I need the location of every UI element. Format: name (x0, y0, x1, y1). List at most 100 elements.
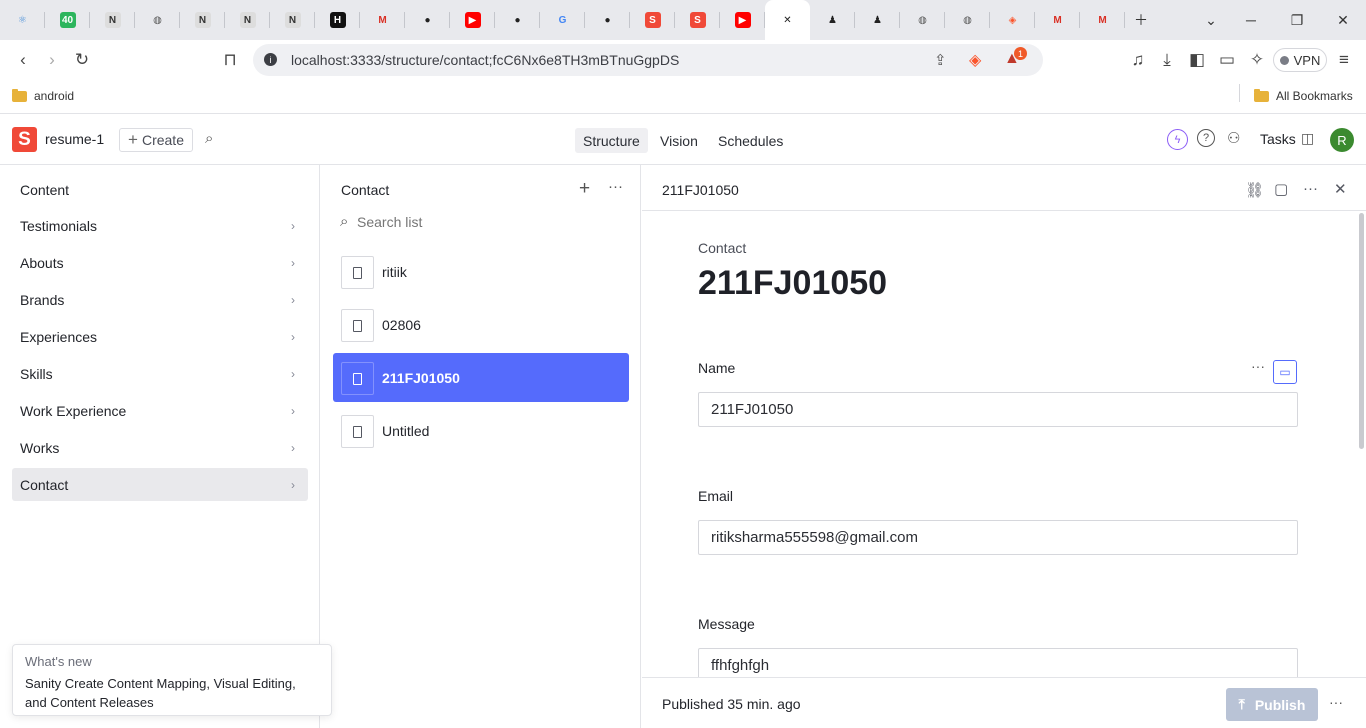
new-tab-button[interactable]: ＋ (1118, 0, 1164, 40)
tasks-button[interactable]: Tasks (1260, 131, 1296, 147)
browser-tab[interactable]: ♟ (810, 0, 855, 40)
content-item-works[interactable]: Works › (12, 431, 308, 464)
contact-list-pane: Contact + ··· ⌕ ritiik 02806 211FJ01050 Unt… (321, 165, 641, 728)
browser-tab[interactable]: ◍ (945, 0, 990, 40)
search-icon[interactable]: ⌕ (205, 130, 213, 147)
toast-heading: What's new (25, 654, 92, 669)
editor-scrollbar[interactable] (1359, 213, 1364, 449)
avatar[interactable]: R (1330, 128, 1354, 152)
document-type: Contact (698, 240, 747, 256)
leo-ai-icon[interactable]: ✧ (1242, 45, 1272, 75)
link-icon[interactable]: ⛓ (1245, 181, 1264, 199)
plus-icon: + (128, 130, 138, 149)
next-icon: N (194, 12, 211, 28)
content-item-work-experience[interactable]: Work Experience › (12, 394, 308, 427)
publish-button[interactable]: ⤒ Publish (1226, 688, 1318, 721)
panel-toggle-icon[interactable]: ◫ (1301, 130, 1314, 147)
chevron-right-icon: › (291, 477, 295, 492)
wallet-icon[interactable]: ▭ (1212, 45, 1242, 75)
document-list-item[interactable]: Untitled (333, 406, 629, 455)
content-item-label: Abouts (20, 254, 64, 271)
browser-tab[interactable]: ▶ (450, 0, 495, 40)
more-icon[interactable]: ··· (1303, 180, 1318, 197)
content-item-brands[interactable]: Brands › (12, 283, 308, 316)
url-text[interactable]: localhost:3333/structure/contact;fcC6Nx6… (291, 52, 679, 68)
close-window-button[interactable]: ✕ (1320, 0, 1366, 40)
browser-tab[interactable]: ▶ (720, 0, 765, 40)
content-item-experiences[interactable]: Experiences › (12, 320, 308, 353)
lightning-icon[interactable]: ϟ (1167, 129, 1188, 150)
browser-tab[interactable]: ● (495, 0, 540, 40)
browser-tab[interactable]: N (270, 0, 315, 40)
document-actions-icon[interactable]: ··· (1329, 694, 1343, 710)
content-item-skills[interactable]: Skills › (12, 357, 308, 390)
browser-tab[interactable]: S (675, 0, 720, 40)
bookmark-folder-android[interactable]: android (12, 88, 74, 103)
back-button[interactable]: ‹ (8, 45, 38, 75)
browser-tab[interactable]: ● (585, 0, 630, 40)
contact-pane-title: Contact (341, 182, 390, 198)
tab-structure[interactable]: Structure (575, 128, 648, 153)
brave-shields-icon[interactable]: ◈ (969, 50, 981, 70)
name-field[interactable]: 211FJ01050 (698, 392, 1298, 427)
browser-tab[interactable]: S (630, 0, 675, 40)
users-icon[interactable]: ⚇ (1227, 129, 1240, 147)
browser-tab[interactable]: H (315, 0, 360, 40)
document-list-item[interactable]: 211FJ01050 (333, 353, 629, 402)
tab-schedules[interactable]: Schedules (710, 128, 791, 153)
chevron-right-icon: › (291, 292, 295, 307)
browser-tab[interactable]: N (180, 0, 225, 40)
project-name[interactable]: resume-1 (45, 131, 104, 147)
maximize-button[interactable]: ❐ (1274, 0, 1320, 40)
browser-tab[interactable]: ✕ (765, 0, 810, 40)
document-list-item[interactable]: 02806 (333, 300, 629, 349)
site-info-icon[interactable]: i (264, 53, 277, 66)
browser-tab[interactable]: ◍ (900, 0, 945, 40)
add-comment-icon[interactable]: ▭ (1273, 360, 1297, 384)
close-icon[interactable]: ✕ (1334, 180, 1347, 198)
add-document-icon[interactable]: + (579, 178, 590, 200)
browser-tab[interactable]: ⚛ (0, 0, 45, 40)
browser-tab[interactable]: N (90, 0, 135, 40)
forward-button[interactable]: › (37, 45, 67, 75)
media-icon[interactable]: ♫ (1123, 45, 1153, 75)
document-label: ritiik (382, 263, 407, 280)
all-bookmarks-button[interactable]: All Bookmarks (1254, 88, 1353, 103)
browser-tab[interactable]: 40 (45, 0, 90, 40)
browser-toolbar: ‹ › ↻ ⊓ i localhost:3333/structure/conta… (0, 40, 1366, 80)
browser-tab[interactable]: ● (405, 0, 450, 40)
browser-tab[interactable]: ◍ (135, 0, 180, 40)
content-item-testimonials[interactable]: Testimonials › (12, 209, 308, 242)
content-item-contact[interactable]: Contact › (12, 468, 308, 501)
tab-vision[interactable]: Vision (652, 128, 706, 153)
document-list-item[interactable]: ritiik (333, 247, 629, 296)
vpn-button[interactable]: VPN (1273, 48, 1327, 72)
reload-button[interactable]: ↻ (67, 45, 97, 75)
browser-tab[interactable]: ♟ (855, 0, 900, 40)
comment-icon[interactable]: ▢ (1274, 180, 1288, 198)
browser-tab[interactable]: N (225, 0, 270, 40)
help-icon[interactable]: ? (1197, 129, 1215, 147)
email-field[interactable]: ritiksharma555598@gmail.com (698, 520, 1298, 555)
whats-new-toast[interactable]: What's new Sanity Create Content Mapping… (12, 644, 332, 716)
address-bar[interactable]: i localhost:3333/structure/contact;fcC6N… (253, 44, 1043, 76)
search-list-input[interactable] (357, 212, 617, 232)
menu-icon[interactable]: ≡ (1329, 45, 1359, 75)
pane-menu-icon[interactable]: ··· (608, 178, 623, 195)
globe-icon: ◍ (918, 14, 927, 26)
share-icon[interactable]: ⇪ (934, 51, 947, 69)
sidebar-icon[interactable]: ◧ (1182, 45, 1212, 75)
browser-tab[interactable]: M (1035, 0, 1080, 40)
bookmark-icon[interactable]: ⊓ (215, 45, 245, 75)
document-editor-pane: 211FJ01050 ⛓ ▢ ··· ✕ Contact 211FJ01050 … (642, 165, 1366, 728)
downloads-icon[interactable]: ⤓ (1152, 45, 1182, 75)
minimize-button[interactable]: ─ (1228, 0, 1274, 40)
create-button[interactable]: + Create (119, 128, 193, 152)
browser-tab[interactable]: M (360, 0, 405, 40)
field-menu-icon[interactable]: ··· (1251, 358, 1265, 374)
browser-tab[interactable]: G (540, 0, 585, 40)
browser-tab[interactable]: ◈ (990, 0, 1035, 40)
rewards-badge: 1 (1014, 47, 1027, 60)
content-item-abouts[interactable]: Abouts › (12, 246, 308, 279)
sanity-logo[interactable]: S (12, 127, 37, 152)
